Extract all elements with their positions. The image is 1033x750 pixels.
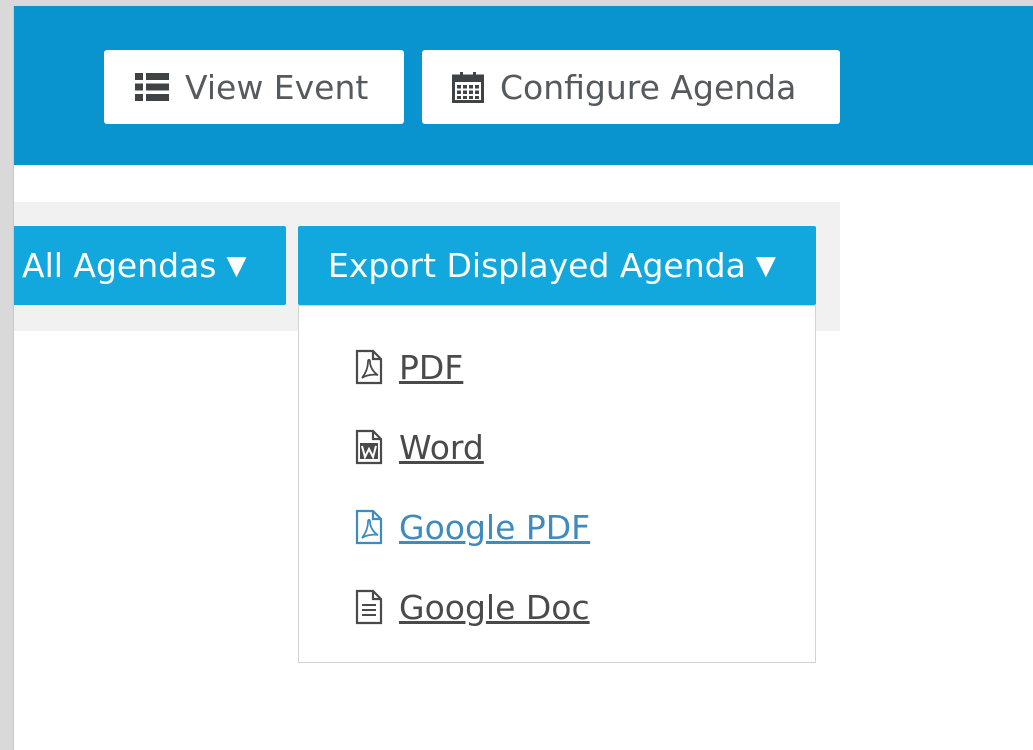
export-word-option[interactable]: Word	[355, 422, 484, 472]
export-agenda-label: Export Displayed Agenda	[328, 246, 746, 285]
export-agenda-button[interactable]: Export Displayed Agenda ▼	[298, 226, 816, 305]
export-dropdown-menu: PDF Word Google PDF Google Doc	[298, 305, 816, 663]
export-word-label: Word	[399, 427, 484, 467]
export-pdf-option[interactable]: PDF	[355, 342, 463, 392]
export-google-pdf-option[interactable]: Google PDF	[355, 502, 590, 552]
document-file-icon	[355, 587, 383, 627]
caret-down-icon: ▼	[226, 250, 247, 281]
pdf-file-icon	[355, 507, 383, 547]
export-pdf-label: PDF	[399, 347, 464, 387]
word-file-icon	[355, 427, 383, 467]
list-icon	[135, 73, 169, 101]
app-window: View Event Configure Agenda All Agendas …	[13, 6, 1033, 750]
header-bar: View Event Configure Agenda	[14, 6, 1033, 165]
view-event-button[interactable]: View Event	[104, 50, 404, 124]
configure-agenda-button[interactable]: Configure Agenda	[422, 50, 840, 124]
export-google-doc-option[interactable]: Google Doc	[355, 582, 590, 632]
all-agendas-button[interactable]: All Agendas ▼	[14, 226, 286, 305]
view-event-label: View Event	[185, 67, 369, 107]
export-google-doc-label: Google Doc	[399, 587, 590, 627]
configure-agenda-label: Configure Agenda	[500, 67, 797, 107]
pdf-file-icon	[355, 347, 383, 387]
calendar-icon	[452, 71, 484, 103]
all-agendas-label: All Agendas	[22, 246, 217, 285]
export-google-pdf-label: Google PDF	[399, 507, 591, 547]
caret-down-icon: ▼	[755, 250, 776, 281]
